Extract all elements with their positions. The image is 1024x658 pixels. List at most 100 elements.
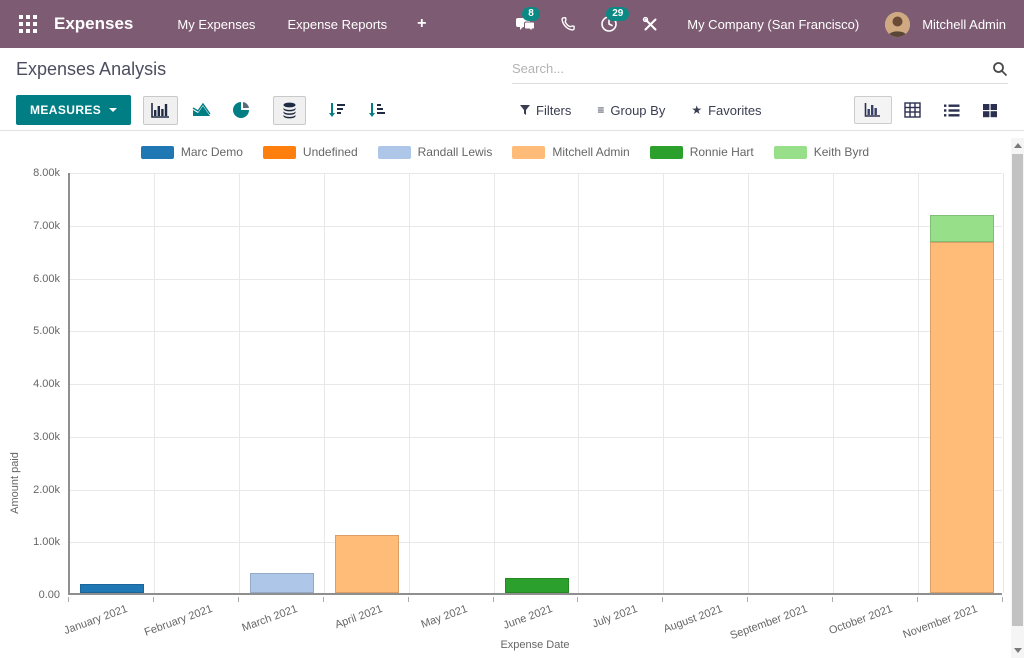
y-tick-label: 5.00k <box>2 325 60 337</box>
list-view-icon <box>943 103 960 118</box>
x-tick-mark <box>493 597 494 602</box>
bar-randall-lewis[interactable] <box>250 573 314 593</box>
gridline-horizontal <box>70 542 1002 543</box>
sort-ascending-button[interactable] <box>360 96 394 125</box>
menu-plus-button[interactable]: + <box>403 3 440 45</box>
favorites-button[interactable]: ★ Favorites <box>691 103 761 118</box>
tools-wrench-icon <box>642 16 659 33</box>
messages-button[interactable]: 8 <box>506 9 546 39</box>
bar-mitchell-admin[interactable] <box>335 535 399 593</box>
sort-desc-icon <box>328 102 346 119</box>
chart-legend: Marc Demo Undefined Randall Lewis Mitchell … <box>0 145 1010 159</box>
chart-type-pie-button[interactable] <box>225 95 259 125</box>
gridline-vertical <box>1003 173 1004 593</box>
gridline-vertical <box>578 173 579 593</box>
x-tick-mark <box>832 597 833 602</box>
legend-item-randall-lewis[interactable]: Randall Lewis <box>378 145 493 159</box>
view-switcher-pivot[interactable] <box>894 96 931 124</box>
y-axis-title: Amount paid <box>9 438 21 528</box>
legend-item-mitchell-admin[interactable]: Mitchell Admin <box>512 145 629 159</box>
control-panel-top: Expenses Analysis <box>0 48 1024 90</box>
legend-label: Randall Lewis <box>418 145 493 159</box>
bar-mitchell-admin[interactable] <box>930 242 994 593</box>
filters-button[interactable]: Filters <box>520 103 571 118</box>
user-menu[interactable]: Mitchell Admin <box>914 17 1010 32</box>
area-chart-icon <box>192 102 211 118</box>
favorites-star-icon: ★ <box>691 103 702 117</box>
search-icon[interactable] <box>992 61 1008 77</box>
user-avatar[interactable] <box>885 12 910 37</box>
legend-item-undefined[interactable]: Undefined <box>263 145 358 159</box>
legend-item-ronnie-hart[interactable]: Ronnie Hart <box>650 145 754 159</box>
vertical-scrollbar[interactable] <box>1011 138 1024 658</box>
company-switcher[interactable]: My Company (San Francisco) <box>673 17 881 32</box>
scrollbar-down-arrow[interactable] <box>1011 643 1024 658</box>
legend-swatch <box>774 146 807 159</box>
x-axis-title: Expense Date <box>68 639 1002 651</box>
gridline-horizontal <box>70 173 1002 174</box>
filters-label: Filters <box>536 103 571 118</box>
legend-item-marc-demo[interactable]: Marc Demo <box>141 145 243 159</box>
grid-icon <box>19 15 37 33</box>
scrollbar-up-arrow[interactable] <box>1011 138 1024 153</box>
favorites-label: Favorites <box>708 103 761 118</box>
gridline-horizontal <box>70 384 1002 385</box>
y-tick-label: 1.00k <box>2 536 60 548</box>
view-switcher-graph[interactable] <box>854 96 892 124</box>
bar-chart-icon <box>151 102 170 119</box>
search-input[interactable] <box>512 61 992 76</box>
legend-label: Keith Byrd <box>814 145 869 159</box>
x-tick-mark <box>577 597 578 602</box>
legend-swatch <box>512 146 545 159</box>
chart-type-bar-button[interactable] <box>143 96 178 125</box>
phone-button[interactable] <box>550 10 586 38</box>
gridline-horizontal <box>70 226 1002 227</box>
kanban-view-icon <box>982 103 998 118</box>
graph-view-content: Marc Demo Undefined Randall Lewis Mitchell … <box>0 131 1024 658</box>
stacked-database-icon <box>281 102 298 119</box>
gridline-vertical <box>324 173 325 593</box>
pivot-table-icon <box>904 102 921 118</box>
gridline-horizontal <box>70 279 1002 280</box>
group-by-button[interactable]: ≡ Group By <box>597 103 665 118</box>
view-switcher-kanban[interactable] <box>972 97 1008 124</box>
gridline-vertical <box>409 173 410 593</box>
bar-ronnie-hart[interactable] <box>505 578 569 593</box>
legend-label: Ronnie Hart <box>690 145 754 159</box>
bar-marc-demo[interactable] <box>80 584 144 593</box>
activities-badge: 29 <box>606 7 629 21</box>
stacked-toggle-button[interactable] <box>273 96 306 125</box>
x-tick-mark <box>1002 597 1003 602</box>
legend-item-keith-byrd[interactable]: Keith Byrd <box>774 145 869 159</box>
app-name[interactable]: Expenses <box>54 14 133 34</box>
search-box[interactable] <box>512 54 1008 84</box>
legend-label: Undefined <box>303 145 358 159</box>
x-tick-mark <box>153 597 154 602</box>
messages-badge: 8 <box>522 7 540 21</box>
x-tick-mark <box>917 597 918 602</box>
legend-label: Marc Demo <box>181 145 243 159</box>
sort-descending-button[interactable] <box>320 96 354 125</box>
apps-menu-icon[interactable] <box>14 10 42 38</box>
x-tick-mark <box>747 597 748 602</box>
x-tick-mark <box>238 597 239 602</box>
caret-down-icon <box>109 108 117 112</box>
y-tick-label: 6.00k <box>2 273 60 285</box>
chart-plot-area <box>68 173 1002 595</box>
activities-button[interactable]: 29 <box>590 9 628 39</box>
scrollbar-thumb[interactable] <box>1012 154 1023 626</box>
measures-button[interactable]: MEASURES <box>16 95 131 125</box>
gridline-vertical <box>748 173 749 593</box>
gridline-vertical <box>833 173 834 593</box>
tools-button[interactable] <box>632 10 669 39</box>
gridline-vertical <box>663 173 664 593</box>
menu-my-expenses[interactable]: My Expenses <box>161 3 271 46</box>
gridline-horizontal <box>70 490 1002 491</box>
graph-view-icon <box>864 102 882 118</box>
menu-expense-reports[interactable]: Expense Reports <box>271 3 403 46</box>
bar-keith-byrd[interactable] <box>930 215 994 242</box>
view-switcher-list[interactable] <box>933 97 970 124</box>
control-panel-toolbar: MEASURES <box>0 90 1024 131</box>
chart-type-line-button[interactable] <box>184 96 219 124</box>
phone-icon <box>560 16 576 32</box>
